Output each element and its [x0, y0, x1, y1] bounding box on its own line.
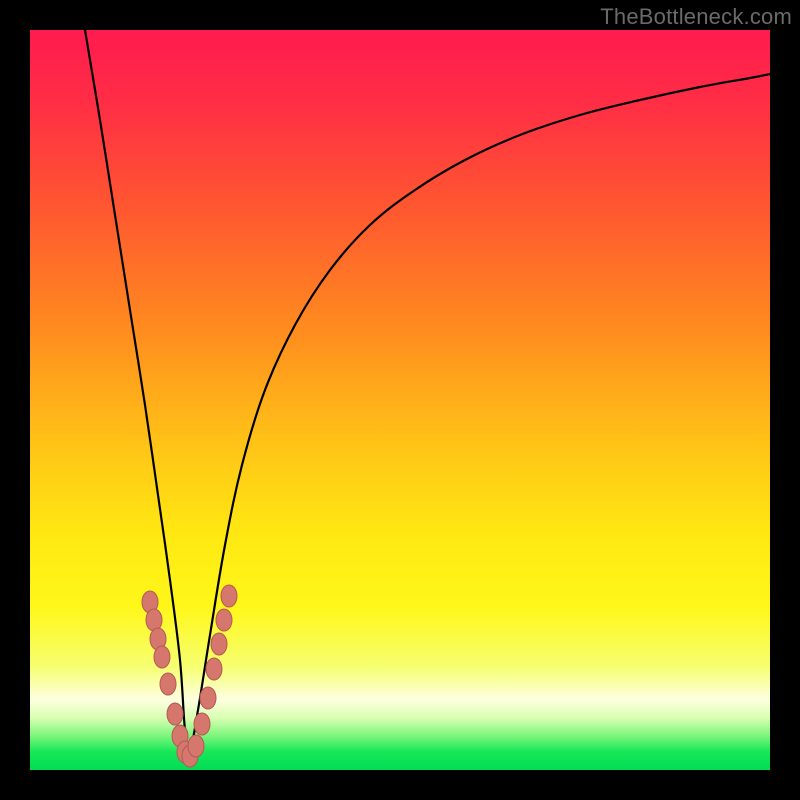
chart-svg — [30, 30, 770, 770]
curve-marker — [160, 673, 176, 695]
chart-frame: TheBottleneck.com — [0, 0, 800, 800]
curve-marker — [216, 609, 232, 631]
curve-marker — [206, 658, 222, 680]
heat-gradient — [30, 30, 770, 770]
curve-marker — [221, 585, 237, 607]
curve-marker — [167, 703, 183, 725]
watermark-text: TheBottleneck.com — [600, 4, 792, 30]
plot-area — [30, 30, 770, 770]
curve-marker — [194, 713, 210, 735]
curve-marker — [211, 633, 227, 655]
curve-marker — [200, 687, 216, 709]
curve-marker — [154, 646, 170, 668]
curve-marker — [188, 735, 204, 757]
